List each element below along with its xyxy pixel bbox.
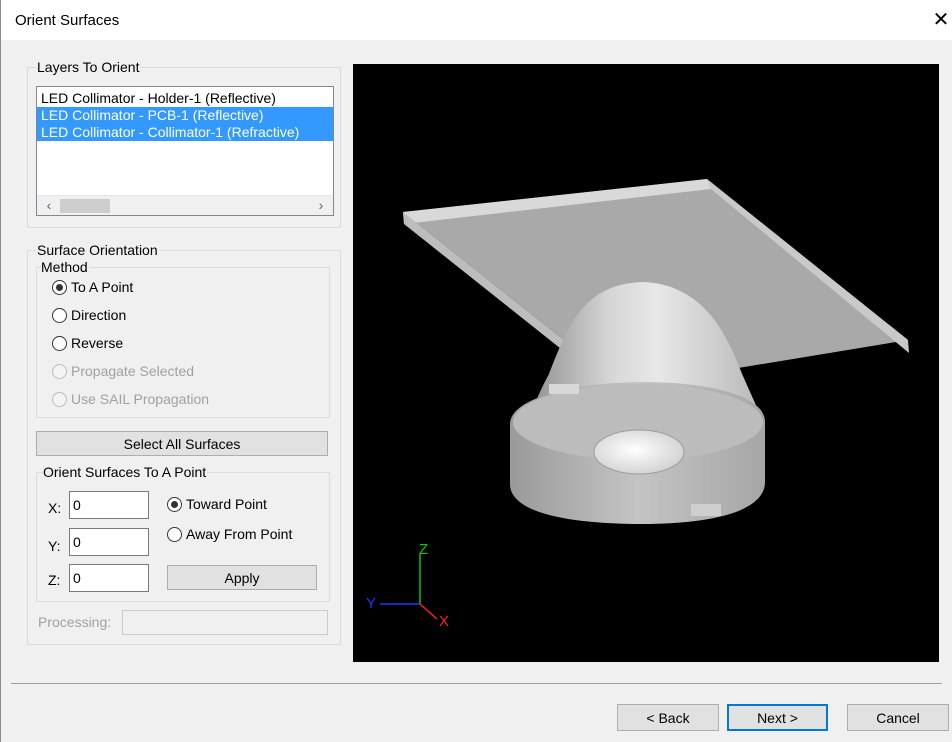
toward-point-label: Toward Point [186,496,267,512]
axis-x-label: X [439,613,449,630]
radio-checked-icon[interactable] [167,497,182,512]
cancel-button[interactable]: Cancel [847,704,949,731]
method-to-a-point[interactable]: To A Point [52,277,133,297]
footer-separator [11,683,942,684]
x-input[interactable] [69,491,149,519]
next-button[interactable]: Next > [727,704,828,731]
horizontal-scrollbar[interactable]: ‹ › [37,195,333,215]
layer-item-pcb[interactable]: LED Collimator - PCB-1 (Reflective) [37,107,333,124]
y-label: Y: [48,538,61,554]
3d-viewport[interactable]: Z Y X [353,64,939,662]
axis-triad: Z Y X [366,541,449,630]
radio-disabled-icon [52,364,67,379]
method-direction[interactable]: Direction [52,305,126,325]
orient-surfaces-dialog: Orient Surfaces ✕ Layers To Orient LED C… [0,0,952,742]
method-reverse-label: Reverse [71,335,124,351]
away-from-point-label: Away From Point [186,526,293,542]
radio-icon[interactable] [167,527,182,542]
method-direction-label: Direction [71,307,127,323]
layers-listbox[interactable]: LED Collimator - Holder-1 (Reflective) L… [36,86,334,216]
radio-icon[interactable] [52,308,67,323]
z-label: Z: [48,572,61,588]
select-all-surfaces-button[interactable]: Select All Surfaces [36,431,328,456]
window-title: Orient Surfaces [15,12,120,29]
axis-y-label: Y [366,595,376,612]
radio-checked-icon[interactable] [52,280,67,295]
method-use-sail-propagation: Use SAIL Propagation [52,389,209,409]
method-propagate-selected-label: Propagate Selected [71,363,194,379]
radio-disabled-icon [52,392,67,407]
title-bar: Orient Surfaces ✕ [1,0,952,40]
layer-item-holder[interactable]: LED Collimator - Holder-1 (Reflective) [37,90,333,107]
method-reverse[interactable]: Reverse [52,333,123,353]
toward-point-option[interactable]: Toward Point [167,494,267,514]
method-propagate-selected: Propagate Selected [52,361,194,381]
method-use-sail-propagation-label: Use SAIL Propagation [71,391,210,407]
method-legend: Method [41,259,88,275]
surface-orientation-legend: Surface Orientation [37,242,158,258]
x-label: X: [48,500,62,516]
orient-to-point-legend: Orient Surfaces To A Point [43,464,207,480]
axis-z-label: Z [419,541,428,558]
back-button[interactable]: < Back [617,704,719,731]
processing-label: Processing: [38,614,112,630]
radio-icon[interactable] [52,336,67,351]
scroll-left-icon[interactable]: ‹ [39,196,59,215]
away-from-point-option[interactable]: Away From Point [167,524,292,544]
3d-model-view[interactable]: Z Y X [353,64,939,662]
method-to-a-point-label: To A Point [71,279,134,295]
layer-item-collimator[interactable]: LED Collimator - Collimator-1 (Refractiv… [37,124,333,141]
apply-button[interactable]: Apply [167,565,317,590]
scroll-right-icon[interactable]: › [311,196,331,215]
scroll-thumb[interactable] [60,199,110,213]
processing-field [122,610,328,635]
y-input[interactable] [69,528,149,556]
layers-legend: Layers To Orient [37,59,140,75]
close-icon[interactable]: ✕ [930,6,952,34]
z-input[interactable] [69,564,149,592]
